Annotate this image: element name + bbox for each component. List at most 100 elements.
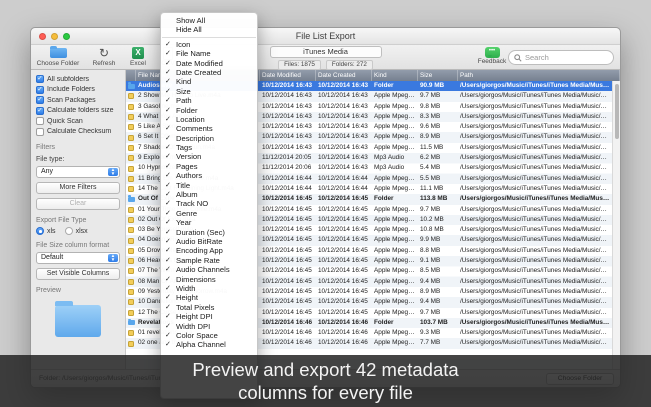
cell-dc: 10/12/2014 16:45 bbox=[316, 235, 372, 245]
menu-item-album[interactable]: ✓Album bbox=[161, 190, 257, 199]
menu-item-duration-sec[interactable]: ✓Duration (Sec) bbox=[161, 228, 257, 237]
column-header-kind[interactable]: Kind bbox=[372, 70, 418, 81]
clear-button[interactable]: Clear bbox=[36, 198, 120, 210]
menu-item-date-created[interactable]: ✓Date Created bbox=[161, 68, 257, 77]
cell-size: 8.8 MB bbox=[418, 246, 458, 256]
menu-item-track-no[interactable]: ✓Track NO bbox=[161, 199, 257, 208]
menu-item-label: Show All bbox=[176, 16, 205, 25]
choose-folder-button[interactable]: Choose Folder bbox=[33, 46, 83, 67]
menu-item-width[interactable]: ✓Width bbox=[161, 284, 257, 293]
column-header-icon[interactable] bbox=[126, 70, 136, 81]
files-count-badge: Files: 1875 bbox=[278, 60, 321, 70]
row-icon-cell bbox=[126, 91, 136, 101]
column-header-date-modified[interactable]: Date Modified bbox=[260, 70, 316, 81]
more-filters-button[interactable]: More Filters bbox=[36, 182, 120, 194]
column-header-date-created[interactable]: Date Created bbox=[316, 70, 372, 81]
column-header-path[interactable]: Path bbox=[458, 70, 620, 81]
radio-xlsx[interactable]: xlsx bbox=[65, 227, 88, 235]
audio-file-icon bbox=[128, 124, 134, 130]
menu-item-version[interactable]: ✓Version bbox=[161, 152, 257, 161]
checkbox-box[interactable]: ✓ bbox=[36, 75, 44, 83]
menu-item-title[interactable]: ✓Title bbox=[161, 181, 257, 190]
scrollbar-thumb[interactable] bbox=[615, 84, 619, 139]
checkmark-icon: ✓ bbox=[165, 59, 171, 68]
cell-dm: 10/12/2014 16:45 bbox=[260, 246, 316, 256]
menu-item-path[interactable]: ✓Path bbox=[161, 96, 257, 105]
menu-item-show-all[interactable]: Show All bbox=[161, 16, 257, 25]
cell-size: 9.6 MB bbox=[418, 122, 458, 132]
checkbox-all-subfolders[interactable]: ✓All subfolders bbox=[36, 74, 120, 85]
checkbox-calculate-checksum[interactable]: Calculate Checksum bbox=[36, 127, 120, 138]
checkbox-box[interactable] bbox=[36, 117, 44, 125]
cell-size: 9.7 MB bbox=[418, 205, 458, 215]
caption-overlay: Preview and export 42 metadata columns f… bbox=[0, 355, 651, 407]
menu-item-height[interactable]: ✓Height bbox=[161, 293, 257, 302]
size-format-select[interactable]: Default ▲▼ bbox=[36, 252, 120, 264]
checkmark-icon: ✓ bbox=[165, 190, 171, 199]
menu-item-total-pixels[interactable]: ✓Total Pixels bbox=[161, 303, 257, 312]
checkbox-box[interactable]: ✓ bbox=[36, 107, 44, 115]
menu-item-date-modified[interactable]: ✓ Date Modified bbox=[161, 59, 257, 68]
checkmark-icon: ✓ bbox=[165, 312, 171, 321]
column-header-size[interactable]: Size bbox=[418, 70, 458, 81]
search-field[interactable] bbox=[508, 50, 614, 65]
menu-item-height-dpi[interactable]: ✓ Height DPI bbox=[161, 312, 257, 321]
cell-kind: Apple Mpeg-4 Audio bbox=[372, 225, 418, 235]
menu-item-sample-rate[interactable]: ✓Sample Rate bbox=[161, 256, 257, 265]
menu-item-year[interactable]: ✓Year bbox=[161, 218, 257, 227]
menu-item-audio-channels[interactable]: ✓Audio Channels bbox=[161, 265, 257, 274]
vertical-scrollbar[interactable] bbox=[612, 81, 620, 369]
checkbox-box[interactable]: ✓ bbox=[36, 86, 44, 94]
refresh-button[interactable]: ↻ Refresh bbox=[87, 46, 121, 67]
checkbox-quick-scan[interactable]: Quick Scan bbox=[36, 116, 120, 127]
checkbox-calculate-folders-size[interactable]: ✓Calculate folders size bbox=[36, 106, 120, 117]
checkbox-box[interactable]: ✓ bbox=[36, 96, 44, 104]
cell-kind: Mp3 Audio bbox=[372, 163, 418, 173]
cell-dc: 10/12/2014 16:45 bbox=[316, 205, 372, 215]
menu-item-width-dpi[interactable]: ✓Width DPI bbox=[161, 322, 257, 331]
radio-button[interactable] bbox=[65, 227, 73, 235]
excel-export-button[interactable]: X Excel bbox=[124, 46, 152, 67]
menu-item-label: Height DPI bbox=[176, 312, 213, 321]
checkbox-box[interactable] bbox=[36, 128, 44, 136]
checkmark-icon: ✓ bbox=[165, 40, 171, 49]
cell-size: 9.1 MB bbox=[418, 256, 458, 266]
menu-item-comments[interactable]: ✓Comments bbox=[161, 124, 257, 133]
file-type-select[interactable]: Any ▲▼ bbox=[36, 166, 120, 178]
menu-item-icon[interactable]: ✓Icon bbox=[161, 40, 257, 49]
menu-item-encoding-app[interactable]: ✓Encoding App bbox=[161, 246, 257, 255]
menu-item-alpha-channel[interactable]: ✓Alpha Channel bbox=[161, 340, 257, 349]
cell-kind: Apple Mpeg-4 Audio bbox=[372, 102, 418, 112]
menu-item-description[interactable]: ✓Description bbox=[161, 134, 257, 143]
menu-item-label: Comments bbox=[176, 124, 213, 133]
menu-item-genre[interactable]: ✓Genre bbox=[161, 209, 257, 218]
menu-item-location[interactable]: ✓Location bbox=[161, 115, 257, 124]
menu-item-audio-bitrate[interactable]: ✓Audio BitRate bbox=[161, 237, 257, 246]
row-icon-cell bbox=[126, 143, 136, 153]
menu-item-pages[interactable]: ✓Pages bbox=[161, 162, 257, 171]
search-input[interactable] bbox=[525, 53, 608, 62]
cell-path: /Users/giorgos/Music/iTunes/iTunes Media… bbox=[458, 297, 612, 307]
checkbox-scan-packages[interactable]: ✓Scan Packages bbox=[36, 95, 120, 106]
set-visible-columns-button[interactable]: Set Visible Columns bbox=[36, 268, 120, 280]
menu-item-color-space[interactable]: ✓Color Space bbox=[161, 331, 257, 340]
radio-button[interactable] bbox=[36, 227, 44, 235]
menu-item-folder[interactable]: ✓Folder bbox=[161, 106, 257, 115]
cell-size: 9.9 MB bbox=[418, 235, 458, 245]
checkbox-include-folders[interactable]: ✓Include Folders bbox=[36, 85, 120, 96]
menu-item-label: Date Modified bbox=[176, 59, 223, 68]
row-icon-cell bbox=[126, 194, 136, 204]
menu-item-file-name[interactable]: ✓File Name bbox=[161, 49, 257, 58]
cell-size: 103.7 MB bbox=[418, 318, 458, 328]
menu-item-dimensions[interactable]: ✓Dimensions bbox=[161, 275, 257, 284]
radio-xls[interactable]: xls bbox=[36, 227, 56, 235]
menu-item-tags[interactable]: ✓Tags bbox=[161, 143, 257, 152]
cell-dm: 10/12/2014 16:45 bbox=[260, 287, 316, 297]
menu-item-kind[interactable]: ✓Kind bbox=[161, 77, 257, 86]
menu-item-size[interactable]: ✓Size bbox=[161, 87, 257, 96]
menu-separator bbox=[162, 37, 256, 38]
menu-item-hide-all[interactable]: Hide All bbox=[161, 25, 257, 34]
menu-item-authors[interactable]: ✓Authors bbox=[161, 171, 257, 180]
menu-item-label: Audio BitRate bbox=[176, 237, 222, 246]
cell-dc: 10/12/2014 16:44 bbox=[316, 174, 372, 184]
